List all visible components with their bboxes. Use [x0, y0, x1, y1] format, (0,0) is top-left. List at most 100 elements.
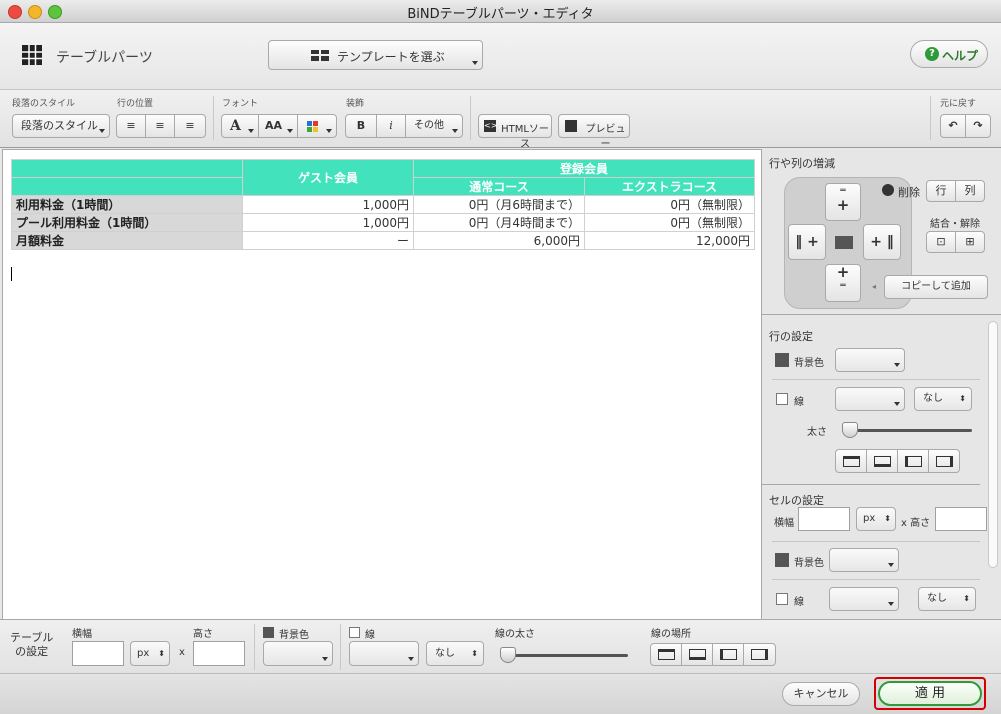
table-width-input[interactable]: [72, 641, 124, 666]
cancel-button[interactable]: キャンセル: [782, 682, 860, 706]
text-cursor: [11, 267, 12, 281]
header-guest[interactable]: ゲスト会員: [242, 159, 414, 196]
font-color-button[interactable]: A: [221, 114, 259, 138]
table-editor-canvas[interactable]: ゲスト会員 登録会員 通常コース エクストラコース 利用料金（1時間） 1,00…: [2, 149, 762, 620]
cell[interactable]: 6,000円: [413, 231, 585, 250]
align-center-icon: ≡: [155, 119, 165, 132]
table-corner-cell[interactable]: [11, 177, 243, 196]
row-line-color-select[interactable]: [835, 387, 905, 411]
cell-line-checkbox[interactable]: [776, 593, 788, 605]
header-extra-course[interactable]: エクストラコース: [584, 177, 755, 196]
table-line-checkbox[interactable]: [349, 627, 360, 638]
cell-unit-select[interactable]: px ⬍: [856, 507, 896, 531]
delete-col-button[interactable]: 列: [955, 180, 985, 202]
row-label[interactable]: プール利用料金（1時間）: [11, 213, 243, 232]
divider: [772, 379, 980, 380]
copy-add-button[interactable]: コピーして追加: [884, 275, 988, 299]
cell-line-style-select[interactable]: なし ⬍: [918, 587, 976, 611]
section-divider: [762, 484, 980, 485]
undo-label: 元に戻す: [940, 99, 977, 109]
code-icon: <>: [484, 120, 498, 132]
para-style-select[interactable]: 段落のスタイル: [12, 114, 110, 138]
align-center-button[interactable]: ≡: [145, 114, 175, 138]
line-thickness-label: 線の太さ: [495, 629, 535, 640]
row-bg-color-select[interactable]: [835, 348, 905, 372]
cell[interactable]: 12,000円: [584, 231, 755, 250]
cell[interactable]: 0円（無制限）: [584, 213, 755, 232]
italic-button[interactable]: i: [376, 114, 406, 138]
undo-button[interactable]: ↶: [940, 114, 966, 138]
palette-icon: [307, 121, 318, 132]
panel-scrollbar[interactable]: [988, 321, 998, 568]
preview-button[interactable]: プレビュー: [558, 114, 630, 150]
table-unit-select[interactable]: px ⬍: [130, 641, 170, 666]
row-thickness-slider[interactable]: [842, 422, 858, 438]
row-label[interactable]: 利用料金（1時間）: [11, 195, 243, 214]
table-height-input[interactable]: [193, 641, 245, 666]
bold-button[interactable]: B: [345, 114, 377, 138]
cell-height-input[interactable]: [935, 507, 987, 531]
align-left-button[interactable]: ≡: [116, 114, 146, 138]
row-line-style-select[interactable]: なし ⬍: [914, 387, 972, 411]
row-thickness-track[interactable]: [844, 429, 972, 432]
decoration-label: 装飾: [346, 99, 365, 109]
table-line-left-button[interactable]: [712, 643, 744, 666]
apply-button[interactable]: 適 用: [878, 681, 982, 706]
header-normal-course[interactable]: 通常コース: [413, 177, 585, 196]
cell[interactable]: 0円（無制限）: [584, 195, 755, 214]
split-cells-button[interactable]: ⊞: [955, 231, 985, 253]
align-right-button[interactable]: ≡: [174, 114, 206, 138]
line-left-button[interactable]: [897, 449, 929, 473]
table-row[interactable]: 月額料金 ー 6,000円 12,000円: [11, 231, 755, 250]
font-size-button[interactable]: AA: [258, 114, 298, 138]
table-width-label: 横幅: [72, 629, 92, 640]
color-palette-button[interactable]: [297, 114, 337, 138]
cell-width-input[interactable]: [798, 507, 850, 531]
other-decoration-button[interactable]: その他: [405, 114, 463, 138]
line-right-icon: [936, 456, 953, 467]
row-bg-label: 背景色: [794, 358, 824, 369]
cell-bg-color-select[interactable]: [829, 548, 899, 572]
redo-button[interactable]: ↷: [965, 114, 991, 138]
cell[interactable]: 0円（月6時間まで）: [413, 195, 585, 214]
thickness-label: 太さ: [807, 427, 827, 438]
cell-line-color-select[interactable]: [829, 587, 899, 611]
data-table[interactable]: ゲスト会員 登録会員 通常コース エクストラコース 利用料金（1時間） 1,00…: [11, 159, 755, 250]
table-bg-color-select[interactable]: [263, 641, 333, 666]
toolbar-divider: [470, 96, 471, 140]
delete-row-button[interactable]: 行: [926, 180, 956, 202]
line-bottom-button[interactable]: [866, 449, 898, 473]
cell[interactable]: ー: [242, 231, 414, 250]
help-button[interactable]: ? ヘルプ: [910, 40, 988, 68]
table-line-top-button[interactable]: [650, 643, 682, 666]
table-line-bottom-button[interactable]: [681, 643, 713, 666]
html-source-button[interactable]: <> HTMLソース: [478, 114, 552, 150]
table-thickness-track[interactable]: [502, 654, 628, 657]
header-registered[interactable]: 登録会員: [413, 159, 755, 178]
table-line-color-select[interactable]: [349, 641, 419, 666]
add-row-below-button[interactable]: + ═: [825, 264, 861, 302]
table-corner-cell[interactable]: [11, 159, 243, 178]
table-line-right-button[interactable]: [743, 643, 776, 666]
row-label[interactable]: 月額料金: [11, 231, 243, 250]
cell[interactable]: 1,000円: [242, 213, 414, 232]
format-toolbar: 段落のスタイル 段落のスタイル 行の位置 ≡ ≡ ≡ フォント A AA 装飾 …: [0, 90, 1001, 150]
add-row-above-button[interactable]: ═ +: [825, 183, 861, 221]
row-line-checkbox[interactable]: [776, 393, 788, 405]
cell[interactable]: 0円（月4時間まで）: [413, 213, 585, 232]
table-row[interactable]: 利用料金（1時間） 1,000円 0円（月6時間まで） 0円（無制限）: [11, 195, 755, 214]
line-top-button[interactable]: [835, 449, 867, 473]
cell[interactable]: 1,000円: [242, 195, 414, 214]
dialog-footer: キャンセル 適 用: [0, 673, 1001, 714]
table-row[interactable]: プール利用料金（1時間） 1,000円 0円（月4時間まで） 0円（無制限）: [11, 213, 755, 232]
line-location-label: 線の場所: [651, 629, 691, 640]
add-col-left-button[interactable]: ‖ +: [788, 224, 826, 260]
align-right-icon: ≡: [185, 119, 195, 132]
add-col-right-button[interactable]: + ‖: [863, 224, 901, 260]
line-right-button[interactable]: [928, 449, 960, 473]
merge-cells-button[interactable]: ⊡: [926, 231, 956, 253]
table-icon: [835, 236, 853, 249]
table-line-style-select[interactable]: なし ⬍: [426, 641, 484, 666]
template-select-button[interactable]: テンプレートを選ぶ: [268, 40, 483, 70]
table-thickness-slider[interactable]: [500, 647, 516, 663]
